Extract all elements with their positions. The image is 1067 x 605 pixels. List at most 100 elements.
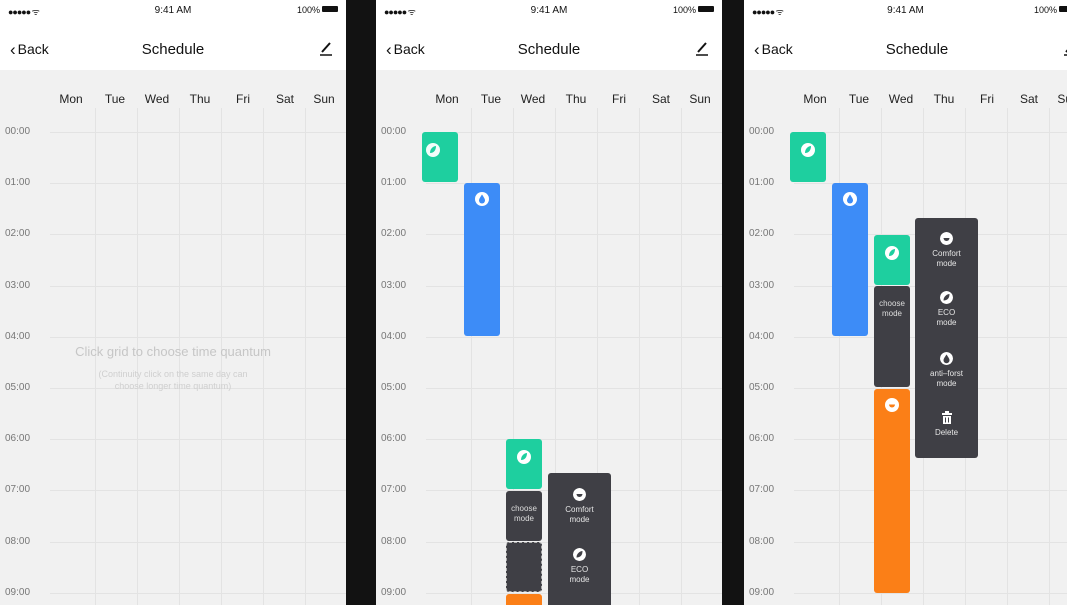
- hour-label: 08:00: [5, 536, 31, 547]
- menu-item-sublabel: mode: [936, 379, 957, 388]
- menu-item-label: ECO: [570, 565, 589, 574]
- menu-item-eco[interactable]: ECO mode: [915, 291, 978, 328]
- comfort-icon: [885, 398, 899, 412]
- weekday-tue: Tue: [104, 92, 126, 106]
- comfort-slot[interactable]: [874, 389, 910, 593]
- eco-leaf-icon: [885, 246, 899, 260]
- hour-label: 00:00: [749, 126, 775, 137]
- hour-label: 06:00: [749, 433, 775, 444]
- menu-item-label: ECO: [937, 308, 956, 317]
- hour-label: 09:00: [5, 587, 31, 598]
- hour-label: 06:00: [381, 433, 407, 444]
- hour-label: 03:00: [749, 280, 775, 291]
- weekday-fri: Fri: [612, 92, 626, 106]
- pencil-icon[interactable]: [318, 38, 334, 56]
- weekday-wed: Wed: [888, 92, 914, 106]
- menu-item-label: Comfort: [932, 249, 961, 258]
- hour-label: 08:00: [381, 536, 407, 547]
- weekday-header: Mon Tue Wed Thu Fri Sat Sun: [0, 92, 346, 108]
- hour-label: 03:00: [381, 280, 407, 291]
- schedule-grid[interactable]: choose mode Comfort mode ECO mode anti–fors…: [744, 108, 1067, 605]
- weekday-fri: Fri: [236, 92, 250, 106]
- battery-icon: [322, 6, 338, 12]
- weekday-mon: Mon: [435, 92, 459, 106]
- choose-mode-label: choose mode: [874, 299, 910, 319]
- menu-item-label: Delete: [934, 428, 959, 437]
- hour-label: 02:00: [749, 228, 775, 239]
- hour-label: 09:00: [749, 587, 775, 598]
- eco-slot[interactable]: [790, 132, 826, 182]
- grid-column-line: [1049, 108, 1050, 605]
- battery-indicator: 100%: [673, 5, 714, 15]
- eco-leaf-icon: [573, 548, 586, 561]
- empty-hint-detail: (Continuity click on the same day can cho…: [0, 368, 346, 392]
- schedule-grid[interactable]: choose mode Comfort mode ECO mode 00:00 01:0…: [376, 108, 722, 605]
- menu-item-sublabel: mode: [936, 259, 957, 268]
- battery-indicator: 100%: [297, 5, 338, 15]
- hour-label: 02:00: [5, 228, 31, 239]
- comfort-icon: [940, 232, 953, 245]
- drop-icon: [940, 352, 953, 365]
- hint-line-2: choose longer time quantum): [114, 381, 232, 391]
- weekday-wed: Wed: [144, 92, 170, 106]
- menu-item-eco[interactable]: ECO mode: [548, 548, 611, 585]
- hour-label: 05:00: [381, 382, 407, 393]
- battery-percent: 100%: [296, 5, 320, 15]
- drop-icon: [475, 192, 489, 206]
- anti-frost-slot[interactable]: [464, 183, 500, 336]
- hour-label: 07:00: [381, 484, 407, 495]
- menu-item-comfort[interactable]: Comfort mode: [915, 232, 978, 269]
- battery-icon: [698, 6, 714, 12]
- choose-mode-slot[interactable]: choose mode: [874, 286, 910, 387]
- weekday-header: Mon Tue Wed Thu Fri Sat Sun: [744, 92, 1067, 108]
- anti-frost-slot[interactable]: [832, 183, 868, 336]
- comfort-icon: [573, 488, 586, 501]
- hour-label: 05:00: [749, 382, 775, 393]
- hour-label: 06:00: [5, 433, 31, 444]
- status-time: 9:41 AM: [887, 5, 924, 16]
- choose-mode-slot[interactable]: choose mode: [506, 491, 542, 541]
- hour-label: 02:00: [381, 228, 407, 239]
- weekday-thu: Thu: [933, 92, 955, 106]
- battery-percent: 100%: [1034, 5, 1058, 15]
- menu-item-sublabel: mode: [569, 575, 590, 584]
- nav-bar: ‹ Back Schedule: [744, 22, 1067, 70]
- eco-slot[interactable]: [506, 439, 542, 489]
- grid-row-line: [794, 542, 1067, 543]
- eco-slot[interactable]: [422, 132, 458, 182]
- menu-item-anti-frost[interactable]: anti–forst mode: [915, 352, 978, 389]
- grid-column-line: [1007, 108, 1008, 605]
- eco-leaf-icon: [801, 143, 815, 157]
- hour-label: 03:00: [5, 280, 31, 291]
- weekday-header: Mon Tue Wed Thu Fri Sat Sun: [376, 92, 722, 108]
- status-bar: ●●●●● ᯤ 9:41 AM 100%: [744, 0, 1067, 22]
- eco-slot[interactable]: [874, 235, 910, 285]
- comfort-slot[interactable]: [506, 594, 542, 605]
- menu-item-sublabel: mode: [569, 515, 590, 524]
- hour-label: 01:00: [5, 177, 31, 188]
- phone-screen-choose-mode: ●●●●● ᯤ 9:41 AM 100% ‹ Back Schedule Mon T…: [376, 0, 722, 605]
- battery-percent: 100%: [672, 5, 696, 15]
- hour-label: 04:00: [749, 331, 775, 342]
- selected-slot[interactable]: [506, 542, 542, 592]
- weekday-sat: Sat: [275, 92, 294, 106]
- grid-row-line: [794, 132, 1067, 133]
- nav-bar: ‹ Back Schedule: [0, 22, 346, 70]
- grid-row-line: [794, 490, 1067, 491]
- weekday-tue: Tue: [848, 92, 870, 106]
- pencil-icon[interactable]: [1062, 38, 1067, 56]
- menu-item-delete[interactable]: Delete: [915, 411, 978, 438]
- hour-label: 04:00: [381, 331, 407, 342]
- hour-label: 04:00: [5, 331, 31, 342]
- weekday-thu: Thu: [189, 92, 211, 106]
- choose-mode-line-1: choose: [879, 299, 905, 308]
- status-bar: ●●●●● ᯤ 9:41 AM 100%: [376, 0, 722, 22]
- menu-item-sublabel: mode: [936, 318, 957, 327]
- weekday-sat: Sat: [1019, 92, 1038, 106]
- menu-item-comfort[interactable]: Comfort mode: [548, 488, 611, 525]
- menu-item-label: Comfort: [565, 505, 594, 514]
- choose-mode-line-2: mode: [513, 514, 534, 523]
- mode-menu: Comfort mode ECO mode: [548, 473, 611, 605]
- mode-menu: Comfort mode ECO mode anti–forst mode Delet…: [915, 218, 978, 458]
- pencil-icon[interactable]: [694, 38, 710, 56]
